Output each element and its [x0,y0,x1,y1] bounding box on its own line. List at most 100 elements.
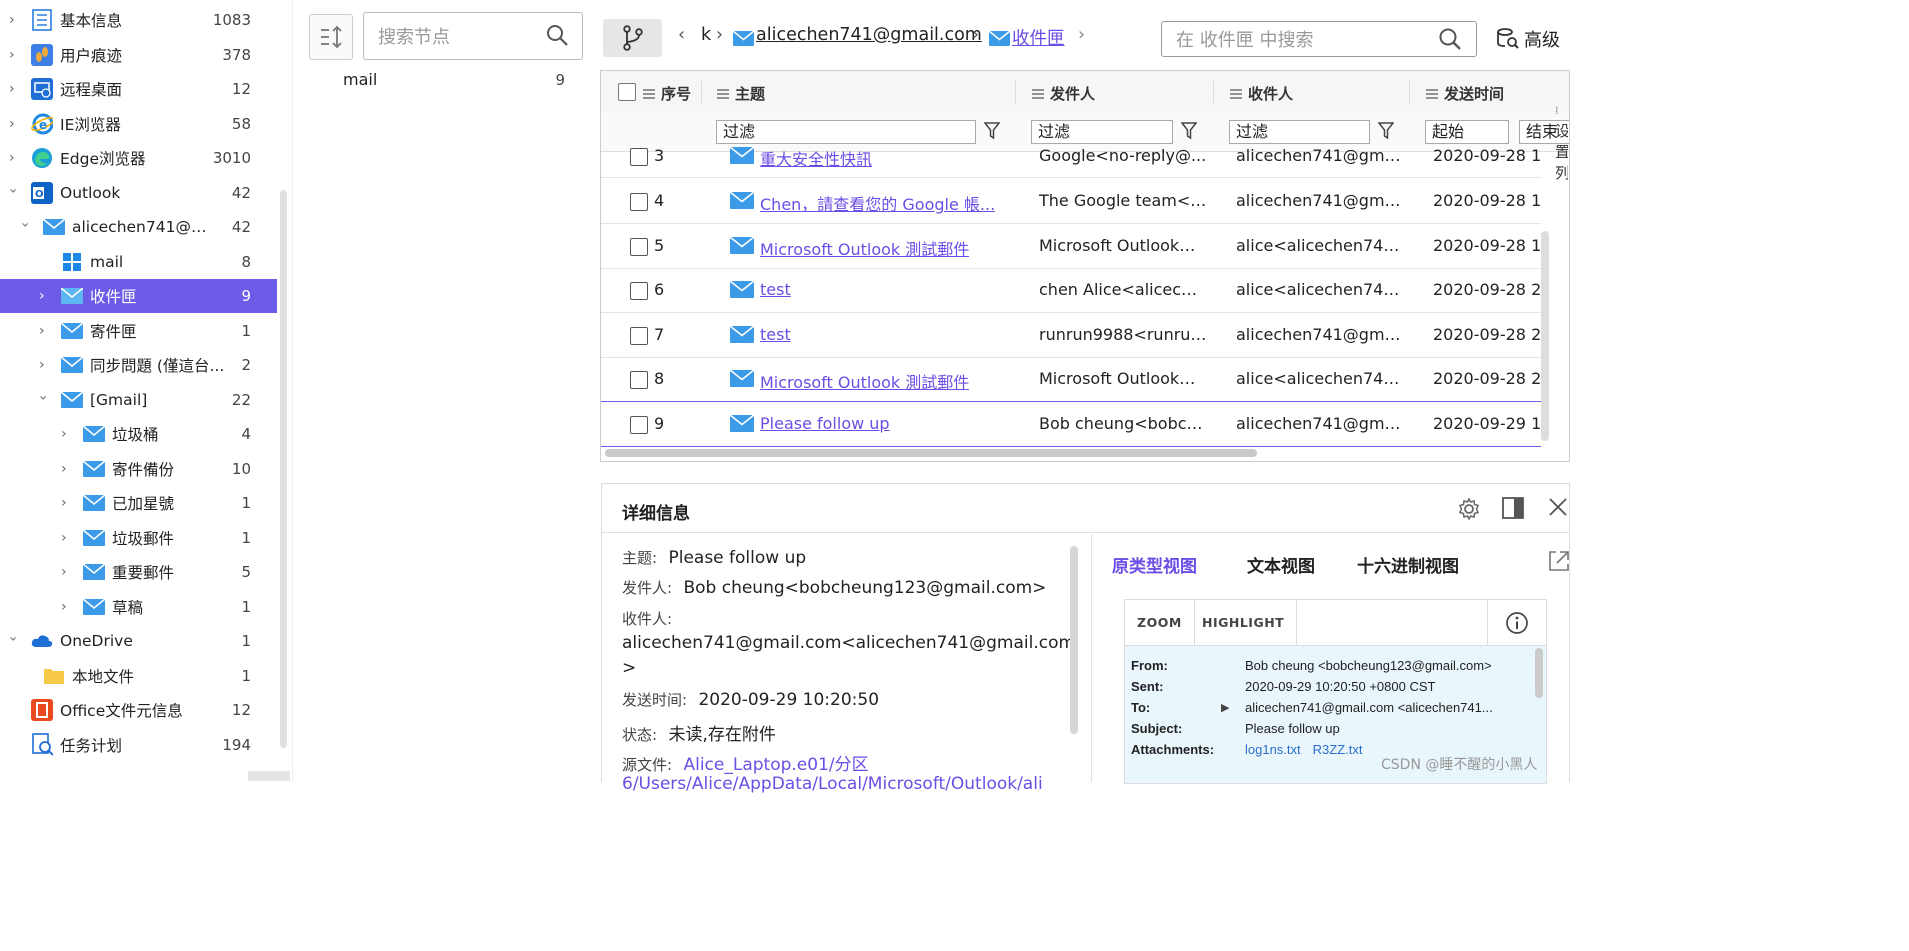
column-menu-icon[interactable] [717,85,729,104]
row-checkbox[interactable] [630,282,648,300]
tree-item-user-traces[interactable]: › 用户痕迹 378 [0,38,277,72]
column-header-to[interactable]: 收件人 [1248,83,1293,104]
chevron-down-icon[interactable]: › [17,222,33,232]
table-row[interactable]: 4 Chen，請查看您的 Google 帳... The Google team… [601,179,1541,224]
chevron-right-icon[interactable]: › [61,496,71,510]
tree-item-sync-issues[interactable]: › 同步問題 (僅這台... 2 [0,348,277,382]
advanced-search-button[interactable]: 高级 [1496,25,1560,53]
tree-item-gmail[interactable]: › [Gmail] 22 [0,383,277,417]
column-header-subject[interactable]: 主题 [735,83,765,104]
chevron-right-icon[interactable]: › [9,117,19,131]
chevron-right-icon[interactable]: › [39,358,49,372]
row-checkbox[interactable] [630,371,648,389]
tree-item-starred[interactable]: › 已加星號 1 [0,486,277,520]
external-open-icon[interactable] [1547,549,1569,575]
row-subject-link[interactable]: Microsoft Outlook 測試郵件 [760,369,969,393]
breadcrumb-k[interactable]: k [701,25,711,45]
split-view-icon[interactable] [1502,497,1524,523]
row-subject-link[interactable]: test [760,280,791,299]
tree-scrollbar[interactable] [280,190,287,748]
column-divider[interactable] [701,81,702,103]
breadcrumb-folder[interactable]: 收件匣 [1012,25,1065,50]
tab-text-view[interactable]: 文本视图 [1247,552,1315,577]
node-search-input[interactable] [376,23,540,51]
chevron-right-icon[interactable]: › [9,13,19,27]
tree-item-sent[interactable]: › 寄件匣 1 [0,314,277,348]
node-list-item[interactable]: mail 9 [343,68,565,92]
details-scrollbar[interactable] [1070,546,1078,734]
chevron-right-icon[interactable]: › [61,600,71,614]
grid-horizontal-scrollbar[interactable] [605,449,1257,457]
tree-item-account[interactable]: › alicechen741@g... 42 [0,210,277,244]
mail-search-input[interactable] [1174,26,1428,54]
row-subject-link[interactable]: test [760,325,791,344]
tree-item-remote-desktop[interactable]: › 远程桌面 12 [0,72,277,106]
tree-item-basic-info[interactable]: › 基本信息 1083 [0,3,277,37]
row-checkbox[interactable] [630,416,648,434]
column-header-time[interactable]: 发送时间 [1444,83,1504,104]
tree-item-sent-backup[interactable]: › 寄件備份 10 [0,452,277,486]
row-checkbox[interactable] [630,148,648,166]
table-row-selected[interactable]: 9 Please follow up Bob cheung<bobch... a… [601,401,1541,447]
breadcrumb-account[interactable]: alicechen741@gmail.com [756,25,982,45]
zoom-button[interactable]: ZOOM [1125,600,1195,645]
grid-vertical-scrollbar[interactable] [1541,231,1549,441]
column-menu-icon[interactable] [1230,85,1242,104]
attachment-link[interactable]: log1ns.txt [1245,742,1301,757]
tree-item-onedrive[interactable]: › OneDrive 1 [0,624,277,658]
highlight-button[interactable]: HIGHLIGHT [1190,600,1298,645]
row-subject-link[interactable]: Please follow up [760,414,890,433]
row-checkbox[interactable] [630,327,648,345]
chevron-right-icon[interactable]: › [61,565,71,579]
chevron-right-icon[interactable]: › [39,324,49,338]
tree-item-important[interactable]: › 重要郵件 5 [0,555,277,589]
row-checkbox[interactable] [630,193,648,211]
table-row[interactable]: 5 Microsoft Outlook 測試郵件 Microsoft Outlo… [601,224,1541,269]
chevron-right-icon[interactable]: › [9,82,19,96]
chevron-down-icon[interactable]: › [5,188,21,198]
breadcrumb-forward-icon[interactable]: › [1078,25,1085,45]
chevron-down-icon[interactable]: › [5,636,21,646]
search-icon[interactable] [546,24,568,50]
breadcrumb-back-icon[interactable]: ‹ [678,25,685,45]
gear-icon[interactable] [1457,497,1481,525]
tree-item-office-meta[interactable]: Office文件元信息 12 [0,693,277,727]
branch-toggle-button[interactable] [603,19,662,57]
column-menu-icon[interactable] [643,85,655,104]
select-all-checkbox[interactable] [618,83,636,101]
chevron-right-icon[interactable]: › [9,151,19,165]
table-row[interactable]: 7 test runrun9988<runrun... alicechen741… [601,313,1541,358]
search-icon[interactable] [1438,27,1462,55]
column-divider[interactable] [1015,81,1016,103]
row-subject-link[interactable]: Microsoft Outlook 測試郵件 [760,236,969,260]
chevron-right-icon[interactable]: › [39,289,49,303]
info-button[interactable] [1487,600,1546,645]
table-row[interactable]: 8 Microsoft Outlook 測試郵件 Microsoft Outlo… [601,357,1541,402]
chevron-down-icon[interactable]: › [35,395,51,405]
detail-source-link[interactable]: Alice_Laptop.e01/分区 [683,755,868,775]
tree-item-ie-browser[interactable]: › e IE浏览器 58 [0,107,277,141]
chevron-right-icon[interactable]: › [9,48,19,62]
column-menu-icon[interactable] [1426,85,1438,104]
sort-button[interactable] [309,14,353,60]
attachment-link[interactable]: R3ZZ.txt [1313,742,1363,757]
row-checkbox[interactable] [630,238,648,256]
column-divider[interactable] [1213,81,1214,103]
tree-item-inbox[interactable]: › 收件匣 9 [0,279,277,313]
tree-item-trash[interactable]: › 垃圾桶 4 [0,417,277,451]
column-header-from[interactable]: 发件人 [1050,83,1095,104]
tab-raw-view[interactable]: 原类型视图 [1112,552,1197,577]
tree-item-outlook[interactable]: › O Outlook 42 [0,176,277,210]
close-icon[interactable] [1548,497,1568,521]
tree-item-local-files[interactable]: 本地文件 1 [0,659,277,693]
raw-view-scrollbar[interactable] [1535,648,1543,698]
row-subject-link[interactable]: 重大安全性快訊 [760,146,872,170]
column-settings-tab[interactable]: ⁞ 设置列 [1555,100,1568,200]
chevron-right-icon[interactable]: › [61,427,71,441]
table-row[interactable]: 6 test chen Alice<aliceche... alice<alic… [601,268,1541,313]
column-header-index[interactable]: 序号 [661,83,691,104]
expand-triangle-icon[interactable]: ▶ [1221,701,1229,714]
tree-item-scheduled-tasks[interactable]: 任务计划 194 [0,728,277,762]
tree-item-spam[interactable]: › 垃圾郵件 1 [0,521,277,555]
tree-item-edge-browser[interactable]: › Edge浏览器 3010 [0,141,277,175]
